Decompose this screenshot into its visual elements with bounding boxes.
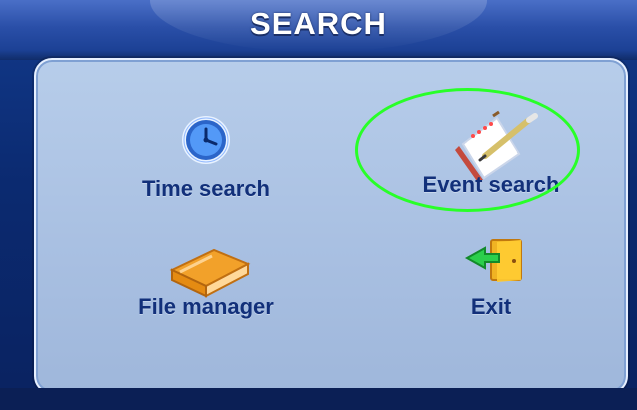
event-search-label: Event search xyxy=(422,172,560,197)
page-title: SEARCH xyxy=(250,6,387,41)
exit-label: Exit xyxy=(470,294,512,319)
notebook-pen-icon xyxy=(455,110,538,184)
dvr-search-screen: SEARCH Time search Event search File man… xyxy=(0,0,637,410)
menu-item-event-search[interactable]: Event search xyxy=(381,100,601,210)
menu-item-file-manager[interactable]: File manager xyxy=(96,230,316,340)
time-search-label: Time search xyxy=(141,176,270,201)
menu-item-time-search[interactable]: Time search xyxy=(96,110,316,220)
menu-item-exit[interactable]: Exit xyxy=(381,230,601,340)
clock-icon xyxy=(182,116,230,164)
exit-door-icon xyxy=(464,239,522,282)
header-bar: SEARCH xyxy=(0,0,637,60)
bottom-frame xyxy=(0,388,637,410)
file-manager-label: File manager xyxy=(138,294,274,319)
book-icon xyxy=(169,248,251,298)
menu-panel: Time search Event search File manager Ex… xyxy=(34,58,628,394)
